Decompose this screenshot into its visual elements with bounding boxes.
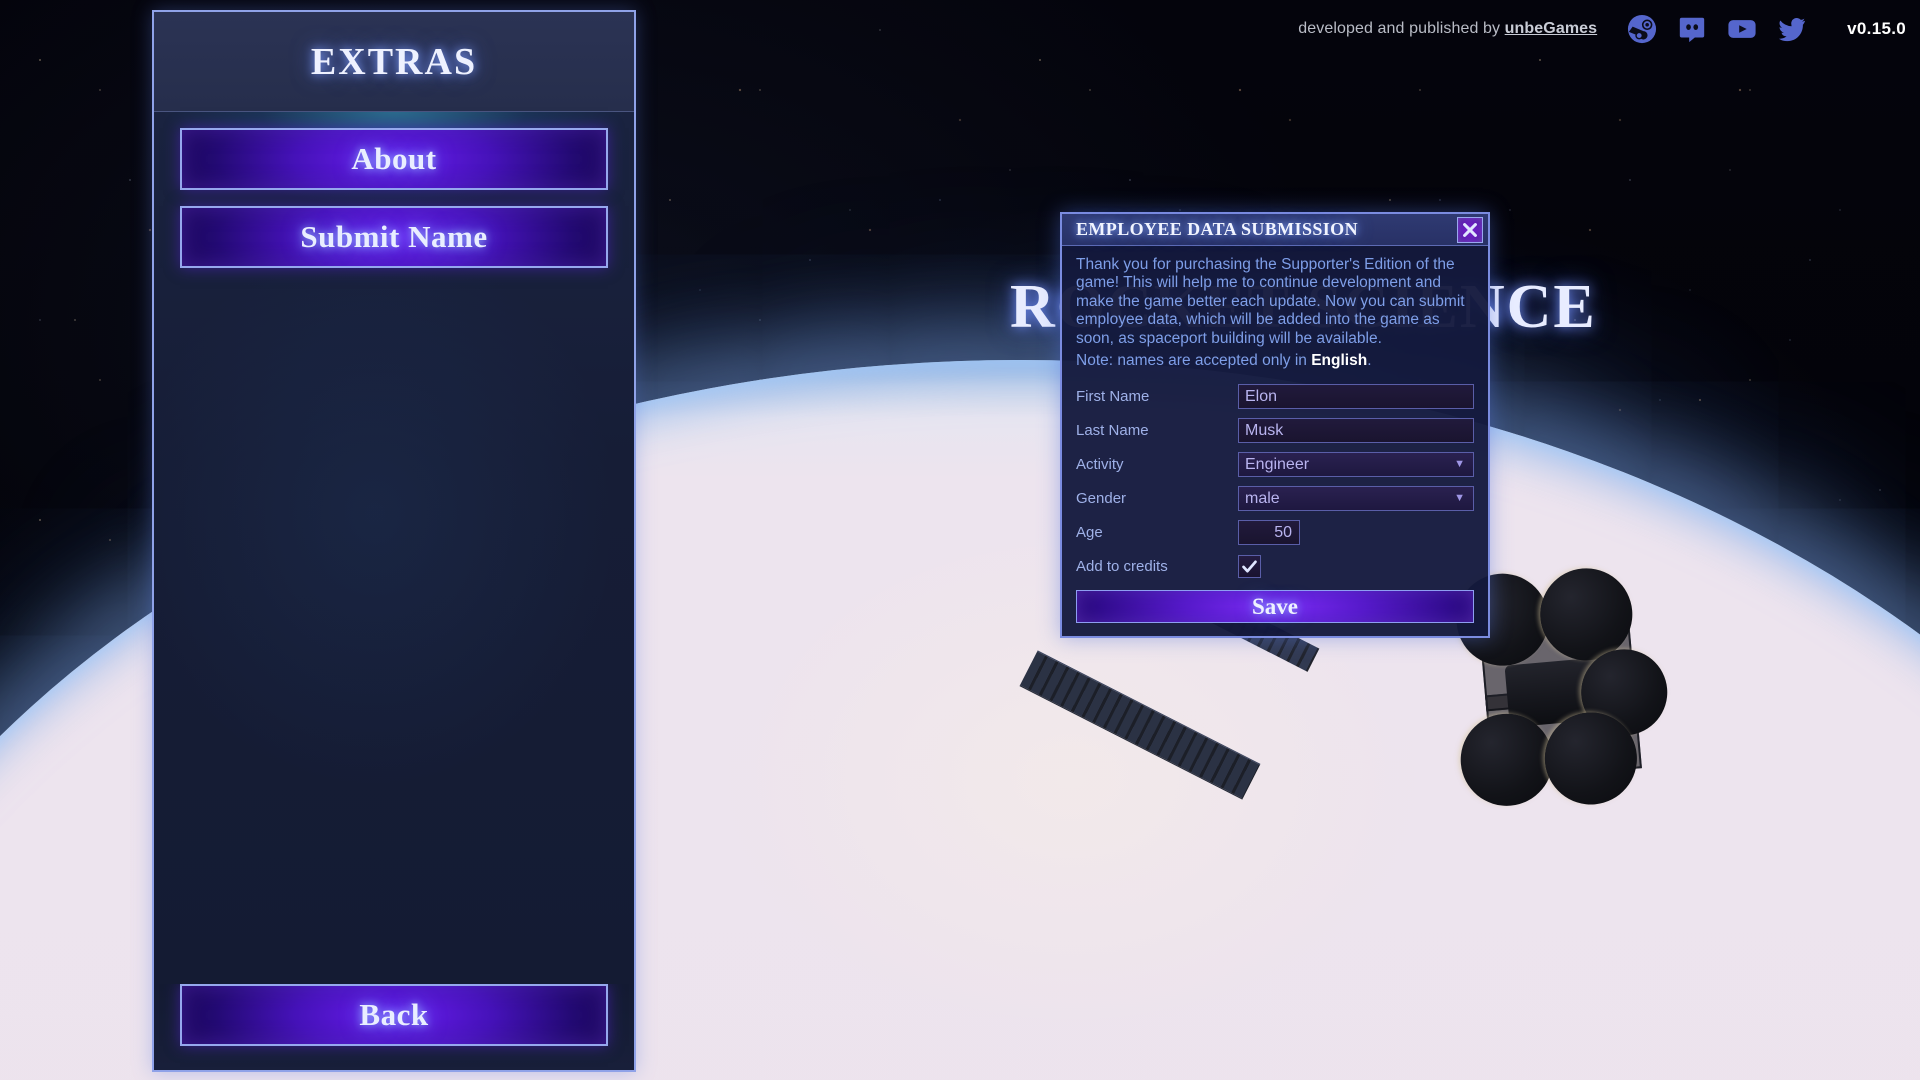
form-row-activity: Activity Engineer ▼	[1076, 450, 1474, 478]
chevron-down-icon: ▼	[1454, 457, 1465, 470]
game-screen: ROCKET SCIENCE developed and published b…	[0, 0, 1920, 1080]
twitter-icon[interactable]	[1777, 14, 1807, 44]
dialog-titlebar: EMPLOYEE DATA SUBMISSION	[1062, 214, 1488, 246]
activity-label: Activity	[1076, 455, 1124, 473]
activity-select[interactable]: Engineer ▼	[1238, 451, 1474, 477]
note-prefix: Note: names are accepted only in	[1076, 352, 1312, 370]
form-row-last-name: Last Name Musk	[1076, 416, 1474, 444]
dialog-intro-text: Thank you for purchasing the Supporter's…	[1076, 256, 1465, 347]
save-button[interactable]: Save	[1076, 590, 1474, 624]
first-name-input[interactable]: Elon	[1238, 383, 1474, 409]
gender-select[interactable]: male ▼	[1238, 485, 1474, 511]
back-button[interactable]: Back	[180, 984, 608, 1046]
panel-header: EXTRAS	[154, 12, 634, 112]
last-name-label: Last Name	[1076, 421, 1149, 439]
form-row-first-name: First Name Elon	[1076, 382, 1474, 410]
chevron-down-icon: ▼	[1454, 491, 1465, 504]
sidebar-item-about[interactable]: About	[180, 128, 608, 190]
extras-panel: EXTRAS About Submit Name Back	[152, 10, 636, 1072]
form-row-add-to-credits: Add to credits	[1076, 552, 1474, 580]
activity-select-value: Engineer	[1245, 455, 1310, 473]
form-row-age: Age 50	[1076, 518, 1474, 546]
dialog-title: EMPLOYEE DATA SUBMISSION	[1076, 219, 1358, 239]
dialog-note-text: Note: names are accepted only in English…	[1076, 352, 1474, 370]
publisher-credit-prefix: developed and published by	[1298, 20, 1505, 37]
add-to-credits-label: Add to credits	[1076, 557, 1168, 575]
version-label: v0.15.0	[1847, 19, 1906, 38]
add-to-credits-checkbox[interactable]	[1238, 554, 1261, 578]
form-row-gender: Gender male ▼	[1076, 484, 1474, 512]
gender-label: Gender	[1076, 489, 1127, 507]
first-name-label: First Name	[1076, 387, 1150, 405]
gender-select-value: male	[1245, 489, 1280, 507]
youtube-icon[interactable]	[1727, 14, 1757, 44]
page-title: EXTRAS	[310, 40, 478, 83]
sidebar-item-submit-name[interactable]: Submit Name	[180, 206, 608, 268]
last-name-input[interactable]: Musk	[1238, 417, 1474, 443]
top-bar: developed and published by unbeGames v0.…	[1298, 0, 1920, 58]
steam-icon[interactable]	[1627, 14, 1657, 44]
discord-icon[interactable]	[1677, 14, 1707, 44]
note-suffix: .	[1367, 352, 1372, 370]
close-icon[interactable]	[1457, 217, 1483, 243]
age-input[interactable]: 50	[1238, 519, 1300, 545]
social-links	[1627, 14, 1807, 44]
publisher-credit: developed and published by unbeGames	[1298, 20, 1597, 38]
age-label: Age	[1076, 523, 1103, 541]
employee-data-submission-dialog: EMPLOYEE DATA SUBMISSION Thank you for p…	[1060, 212, 1490, 639]
panel-body: About Submit Name	[154, 112, 634, 984]
publisher-link[interactable]: unbeGames	[1505, 20, 1598, 37]
check-icon	[1242, 560, 1257, 573]
dialog-body: Thank you for purchasing the Supporter's…	[1062, 246, 1488, 637]
rocket-engine-cluster	[1445, 552, 1766, 827]
panel-footer: Back	[154, 984, 634, 1070]
note-strong: English	[1311, 352, 1368, 370]
